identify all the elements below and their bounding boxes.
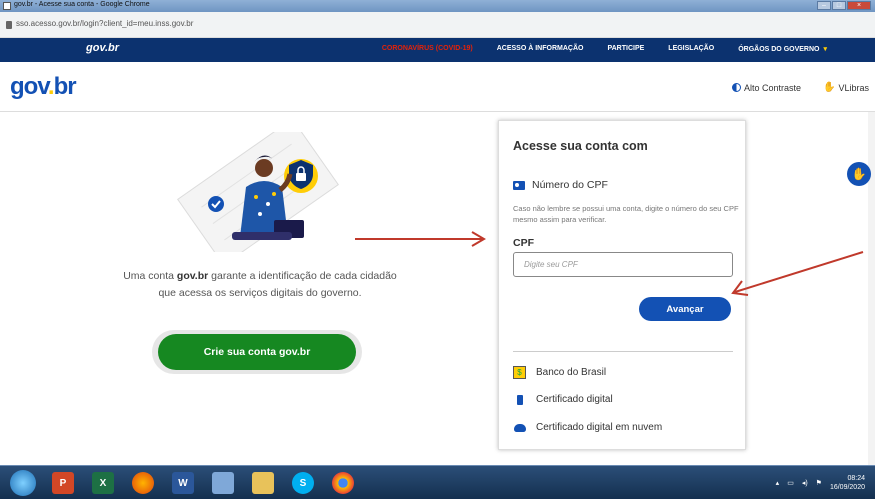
option-certificado-digital-label: Certificado digital [536, 394, 613, 405]
windows-taskbar: P X W S ▴ ▭ ◂) ⚑ 08:24 16/09/2020 [0, 465, 875, 499]
create-account-button-wrap: Crie sua conta gov.br [152, 330, 362, 374]
contrast-icon [732, 83, 741, 92]
cpf-hint: Caso não lembre se possui uma conta, dig… [513, 204, 739, 224]
maximize-icon[interactable]: □ [832, 1, 846, 10]
header-links: Alto Contraste ✋ VLibras [732, 82, 869, 93]
hand-icon: ✋ [823, 82, 836, 93]
window-title: gov.br - Acesse sua conta - Google Chrom… [14, 1, 150, 8]
firefox-icon[interactable] [132, 472, 154, 494]
minimize-icon[interactable]: – [817, 1, 831, 10]
option-certificado-nuvem[interactable]: Certificado digital em nuvem [513, 422, 662, 433]
nav-item-participe[interactable]: PARTICIPE [607, 45, 644, 53]
card-title: Acesse sua conta com [513, 139, 648, 153]
clock[interactable]: 08:24 16/09/2020 [830, 474, 865, 492]
arrow-to-next-button [731, 251, 864, 296]
create-account-button[interactable]: Crie sua conta gov.br [158, 334, 356, 370]
excel-icon[interactable]: X [92, 472, 114, 494]
desc-prefix: Uma conta [123, 270, 177, 282]
usb-token-icon [517, 394, 523, 405]
divider [513, 351, 733, 352]
volume-icon[interactable]: ◂) [802, 479, 808, 487]
cpf-input[interactable] [513, 252, 733, 277]
window-controls: – □ × [817, 1, 871, 10]
vlibras-floating-button[interactable]: ✋ [847, 162, 871, 186]
chrome-taskbar-icon[interactable] [332, 472, 354, 494]
cpf-option-label: Número do CPF [532, 179, 608, 191]
banco-do-brasil-icon: $ [513, 366, 526, 379]
paint-icon[interactable] [212, 472, 234, 494]
skype-icon[interactable]: S [292, 472, 314, 494]
tray-arrow-icon[interactable]: ▴ [776, 479, 780, 487]
login-card: Acesse sua conta com Número do CPF Caso … [498, 120, 746, 450]
option-certificado-digital[interactable]: Certificado digital [513, 394, 613, 405]
page-header: gov.br Alto Contraste ✋ VLibras [0, 62, 875, 112]
cpf-option[interactable]: Número do CPF [513, 179, 608, 191]
address-bar[interactable]: sso.acesso.gov.br/login?client_id=meu.in… [0, 12, 875, 38]
option-banco-do-brasil-label: Banco do Brasil [536, 367, 607, 378]
clock-date: 16/09/2020 [829, 484, 865, 491]
nav-item-acesso-informacao[interactable]: ACESSO À INFORMAÇÃO [497, 45, 584, 53]
clock-time: 08:24 [847, 475, 865, 482]
account-description: Uma conta gov.br garante a identificação… [120, 268, 400, 302]
nav-item-covid[interactable]: CORONAVÍRUS (COVID-19) [382, 45, 473, 53]
high-contrast-link[interactable]: Alto Contraste [732, 83, 801, 93]
logo-gov: gov [10, 73, 49, 100]
chrome-icon [3, 2, 11, 10]
desc-bold: gov.br [176, 270, 209, 282]
word-icon[interactable]: W [172, 472, 194, 494]
vlibras-link[interactable]: ✋ VLibras [823, 82, 869, 93]
person-with-laptop-illustration [177, 132, 339, 252]
logo-br: br [53, 73, 77, 100]
next-button[interactable]: Avançar [639, 297, 731, 321]
close-icon[interactable]: × [847, 1, 871, 10]
flag-icon[interactable]: ⚑ [816, 479, 822, 487]
network-icon[interactable]: ▭ [787, 479, 794, 487]
arrow-to-cpf-field [355, 231, 486, 247]
chevron-down-icon: ▾ [823, 46, 827, 53]
high-contrast-label: Alto Contraste [744, 82, 802, 93]
option-banco-do-brasil[interactable]: $ Banco do Brasil [513, 366, 606, 379]
url-text[interactable]: sso.acesso.gov.br/login?client_id=meu.in… [16, 19, 193, 28]
hand-icon: ✋ [851, 167, 867, 181]
powerpoint-icon[interactable]: P [52, 472, 74, 494]
cloud-icon [514, 423, 526, 432]
check-badge-icon [208, 196, 224, 212]
nav-item-legislacao[interactable]: LEGISLAÇÃO [668, 45, 714, 53]
gov-logo-small[interactable]: gov.br [86, 42, 119, 54]
id-card-icon [513, 180, 525, 190]
nav-item-orgaos[interactable]: ÓRGÃOS DO GOVERNO ▾ [738, 45, 827, 53]
system-tray: ▴ ▭ ◂) ⚑ 08:24 16/09/2020 [776, 474, 865, 492]
top-nav-items: CORONAVÍRUS (COVID-19) ACESSO À INFORMAÇ… [358, 45, 827, 53]
option-certificado-nuvem-label: Certificado digital em nuvem [536, 422, 663, 433]
page-scrollbar[interactable] [868, 112, 875, 465]
window-titlebar: gov.br - Acesse sua conta - Google Chrom… [0, 0, 875, 12]
nav-item-orgaos-label: ÓRGÃOS DO GOVERNO [738, 46, 820, 53]
vlibras-label: VLibras [838, 82, 869, 93]
start-button[interactable] [10, 470, 36, 496]
lock-icon [6, 21, 12, 29]
cpf-label: CPF [513, 237, 534, 249]
folder-icon[interactable] [252, 472, 274, 494]
person-head [255, 159, 273, 177]
govbr-logo[interactable]: gov.br [10, 73, 77, 101]
gov-top-nav: gov.br CORONAVÍRUS (COVID-19) ACESSO À I… [0, 38, 875, 62]
